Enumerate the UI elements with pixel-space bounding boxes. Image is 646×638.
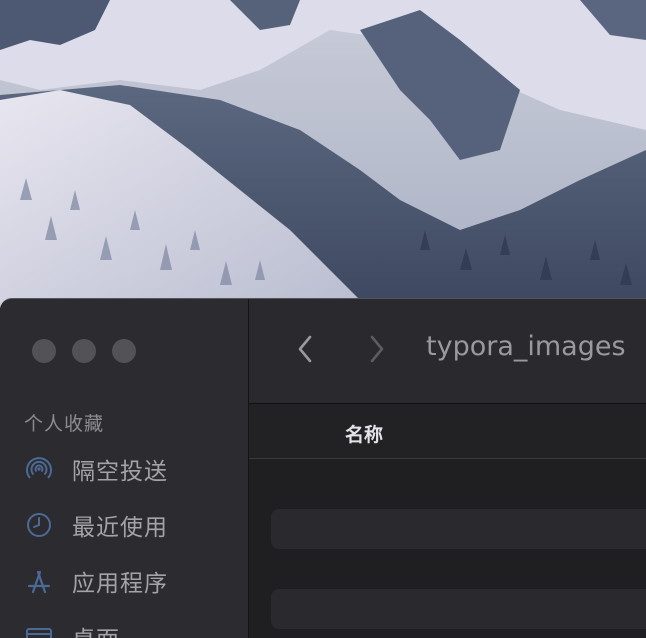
forward-button[interactable] — [362, 329, 392, 369]
sidebar-item-applications[interactable]: 应用程序 — [24, 561, 244, 601]
column-header-bar: 名称 — [249, 404, 646, 459]
sidebar-item-label: 隔空投送 — [72, 459, 168, 485]
desktop-wallpaper — [0, 0, 646, 310]
sidebar-item-airdrop[interactable]: 隔空投送 — [24, 449, 244, 489]
finder-window: 个人收藏 隔空投送 最近使用 应用程序 typora_images 名称 — [0, 298, 646, 638]
forward-chevron-icon — [370, 335, 384, 363]
applications-icon — [24, 565, 62, 597]
back-button[interactable] — [290, 329, 320, 369]
clock-icon — [24, 509, 62, 541]
desktop: 个人收藏 隔空投送 最近使用 应用程序 typora_images 名称 — [0, 0, 646, 638]
sidebar-item-label: 桌面 — [72, 620, 120, 638]
list-item[interactable] — [271, 509, 646, 549]
back-chevron-icon — [298, 335, 312, 363]
close-button[interactable] — [32, 339, 56, 363]
content-pane: typora_images 名称 — [249, 299, 646, 638]
sidebar-item-label: 最近使用 — [72, 515, 168, 541]
window-title: typora_images — [426, 331, 626, 362]
sidebar-item-recents[interactable]: 最近使用 — [24, 505, 244, 545]
sidebar-section-heading: 个人收藏 — [24, 413, 105, 435]
toolbar: typora_images — [249, 299, 646, 404]
sidebar-item-label: 应用程序 — [72, 571, 168, 597]
column-header-name[interactable]: 名称 — [345, 420, 383, 447]
sidebar-item-desktop[interactable]: 桌面 — [24, 617, 244, 638]
airdrop-icon — [24, 453, 62, 485]
zoom-button[interactable] — [112, 339, 136, 363]
list-item[interactable] — [271, 589, 646, 629]
sidebar: 个人收藏 隔空投送 最近使用 应用程序 — [0, 299, 249, 638]
minimize-button[interactable] — [72, 339, 96, 363]
desktop-icon — [24, 621, 62, 638]
